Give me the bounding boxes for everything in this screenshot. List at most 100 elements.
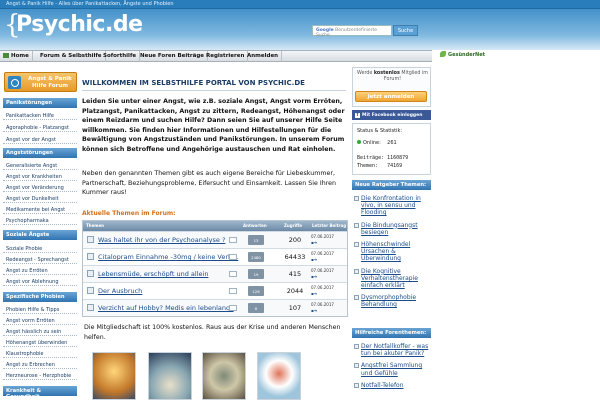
partner-logo[interactable]: GesünderNet xyxy=(440,51,500,61)
nav-item-soforthilfe[interactable]: Soforthilfe xyxy=(100,51,141,62)
sidebar-item[interactable]: Panikattacken Hilfe xyxy=(3,111,77,120)
topic-link[interactable]: Verzicht auf Hobby? Medis ein lebenlang? xyxy=(98,304,234,312)
sidebar-item[interactable]: Angst hässlich zu sein xyxy=(3,327,77,336)
table-row[interactable]: Citalopram Einnahme -30mg / keine Verb..… xyxy=(83,248,347,265)
sidebar-item[interactable]: Herzneurose - Herzphobie xyxy=(3,371,77,380)
ratgeber-link[interactable]: Die Bindungsangst besiegen xyxy=(352,222,431,236)
helpful-link[interactable]: Angstfrei Sammlung und Gefühle xyxy=(352,362,431,377)
page-icon[interactable] xyxy=(229,288,237,294)
search-input[interactable]: Google Benutzerdefinierte Suche xyxy=(312,25,392,38)
replies-badge: 13 xyxy=(248,235,264,245)
sidebar-heading: Soziale Ängste xyxy=(3,230,77,240)
thumbnail-image[interactable] xyxy=(92,352,136,400)
arrow-right-icon[interactable]: ▪➔ xyxy=(311,274,317,279)
signup-button[interactable]: Jetzt anmelden xyxy=(355,91,427,102)
sidebar-item[interactable]: Angst vor Krankheiten xyxy=(3,172,77,181)
last-post-date: 07.06.2017 xyxy=(311,302,334,307)
topic-icon xyxy=(87,304,94,311)
forum-emblem-icon xyxy=(8,76,21,89)
online-value: 261 xyxy=(387,140,397,146)
topics-heading: Aktuelle Themen im Forum: xyxy=(82,210,176,217)
online-count: Online: 261 xyxy=(357,140,397,146)
ratgeber-link[interactable]: Die Kognitive Verhaltenstherapie einfach… xyxy=(352,268,431,290)
topic-link[interactable]: Der Ausbruch xyxy=(98,287,142,295)
topics-table: Themen Antworten Zugriffe Letzter Beitra… xyxy=(82,220,348,317)
sidebar-item[interactable]: Angst vor Veränderung xyxy=(3,183,77,192)
nav-item-registrieren[interactable]: Registrieren xyxy=(203,51,249,62)
last-post-date: 07.06.2017 xyxy=(311,285,334,290)
sidebar-item[interactable]: Agoraphobie - Platzangst xyxy=(3,123,77,132)
sidebar-item[interactable]: Medikamente bei Angst xyxy=(3,205,77,214)
helpful-link[interactable]: Der Notfallkoffer - was tun bei akuter P… xyxy=(352,343,431,357)
sidebar-item[interactable]: Angst vor Ablehnung xyxy=(3,277,77,286)
arrow-right-icon[interactable]: ▪➔ xyxy=(311,240,317,245)
nav-item-forum[interactable]: Forum & Selbsthilfe xyxy=(37,51,106,62)
page-icon[interactable] xyxy=(229,254,237,260)
sidebar-item[interactable]: Angst vorm Erröten xyxy=(3,316,77,325)
thumbnail-image[interactable] xyxy=(257,352,301,400)
ratgeber-heading: Neue Ratgeber Themen: xyxy=(352,180,431,190)
arrow-right-icon[interactable]: ▪➔ xyxy=(311,257,317,262)
checkbox-icon xyxy=(354,363,359,369)
posts-value: 1160879 xyxy=(387,155,409,161)
page-icon[interactable] xyxy=(229,305,237,311)
arrow-right-icon[interactable]: ▪➔ xyxy=(311,291,317,296)
table-row[interactable]: Was haltet ihr von der Psychoanalyse ? 1… xyxy=(83,231,347,248)
last-post: 07.06.2017 ▪➔ xyxy=(311,268,347,279)
last-post: 07.06.2017 ▪➔ xyxy=(311,234,347,245)
facebook-login-button[interactable]: f Mit Facebook einloggen xyxy=(352,110,431,120)
sidebar-item[interactable]: Generalisierte Angst xyxy=(3,161,77,170)
search-button[interactable]: Suche xyxy=(393,25,418,36)
home-icon xyxy=(3,53,9,58)
ratgeber-link[interactable]: Dysmorphophobie Behandlung xyxy=(352,294,431,308)
site-logo[interactable]: Psychic.de xyxy=(16,14,143,36)
checkbox-icon xyxy=(354,268,359,274)
sidebar-item[interactable]: Höhenangst überwinden xyxy=(3,338,77,347)
ratgeber-label: Die Bindungsangst besiegen xyxy=(361,221,418,236)
nav-item-home[interactable]: Home xyxy=(0,51,33,62)
page-icon[interactable] xyxy=(229,237,237,243)
sidebar-item[interactable]: Klaustrophobie xyxy=(3,349,77,358)
signup-text-pre: Werde xyxy=(357,71,373,76)
signup-text: Werde kostenlos Mitglied im Forum! xyxy=(355,71,430,83)
ratgeber-label: Die Konfrontation in vivo, in sensu und … xyxy=(361,195,421,217)
sidebar-item[interactable]: Phobien Hilfe & Tipps xyxy=(3,305,77,314)
table-row[interactable]: Lebensmüde, erschöpft und allein 19 415 … xyxy=(83,265,347,282)
last-post-date: 07.06.2017 xyxy=(311,268,334,273)
sidebar-item[interactable]: Psychopharmaka xyxy=(3,216,77,225)
ratgeber-label: Dysmorphophobie Behandlung xyxy=(361,294,417,309)
checkbox-icon xyxy=(354,196,359,201)
arrow-right-icon[interactable]: ▪➔ xyxy=(311,308,317,313)
sidebar-item[interactable]: Angst zu Erröten xyxy=(3,266,77,275)
sidebar-item[interactable]: Angst vor Dunkelheit xyxy=(3,194,77,203)
nav-item-anmelden[interactable]: Anmelden xyxy=(244,51,283,62)
sidebar-item[interactable]: Redeangst - Sprechangst xyxy=(3,255,77,264)
topic-link[interactable]: Was haltet ihr von der Psychoanalyse ? xyxy=(98,236,225,244)
sidebar-item[interactable]: Angst vor der Angst xyxy=(3,135,77,144)
sidebar-item[interactable]: Soziale Phobie xyxy=(3,244,77,253)
site-tagline: Angst & Panik Hilfe - Alles über Panikat… xyxy=(6,1,174,7)
topic-icon xyxy=(87,253,94,260)
helpful-link[interactable]: Notfall-Telefon xyxy=(352,382,431,389)
post-stats: Beiträge: 1160879 Themen: 74169 xyxy=(357,155,408,170)
thumbnail-image[interactable] xyxy=(148,352,192,400)
nav-item-neue-beitraege[interactable]: Neue Foren Beiträge xyxy=(137,51,209,62)
thumbnail-image[interactable] xyxy=(202,352,246,400)
column-header: Letzter Beitrag xyxy=(312,223,347,228)
table-row[interactable]: Der Ausbruch 126 2044 07.06.2017 ▪➔ xyxy=(83,282,347,299)
page-title: WILLKOMMEN IM SELBSTHILFE PORTAL VON PSY… xyxy=(82,79,305,87)
online-dot-icon xyxy=(357,140,361,144)
topic-link[interactable]: Lebensmüde, erschöpft und allein xyxy=(98,270,208,278)
ratgeber-link[interactable]: Die Konfrontation in vivo, in sensu und … xyxy=(352,195,431,217)
helpful-label: Notfall-Telefon xyxy=(361,381,404,389)
column-header: Antworten xyxy=(243,223,267,228)
table-row[interactable]: Verzicht auf Hobby? Medis ein lebenlang?… xyxy=(83,299,347,316)
tagline-bar: Angst & Panik Hilfe - Alles über Panikat… xyxy=(0,0,600,9)
sidebar-item[interactable]: Angst zu Erbrechen xyxy=(3,360,77,369)
sidebar-heading: Panikstörungen xyxy=(3,98,77,108)
topic-link[interactable]: Citalopram Einnahme -30mg / keine Verb..… xyxy=(98,253,238,261)
forum-logo-button[interactable]: Angst & Panik Hilfe Forum xyxy=(4,72,77,92)
main-nav: Home Forum & Selbsthilfe Soforthilfe Neu… xyxy=(0,50,432,62)
page-icon[interactable] xyxy=(229,271,237,277)
ratgeber-link[interactable]: Höhenschwindel Ursachen & Überwindung xyxy=(352,241,431,263)
